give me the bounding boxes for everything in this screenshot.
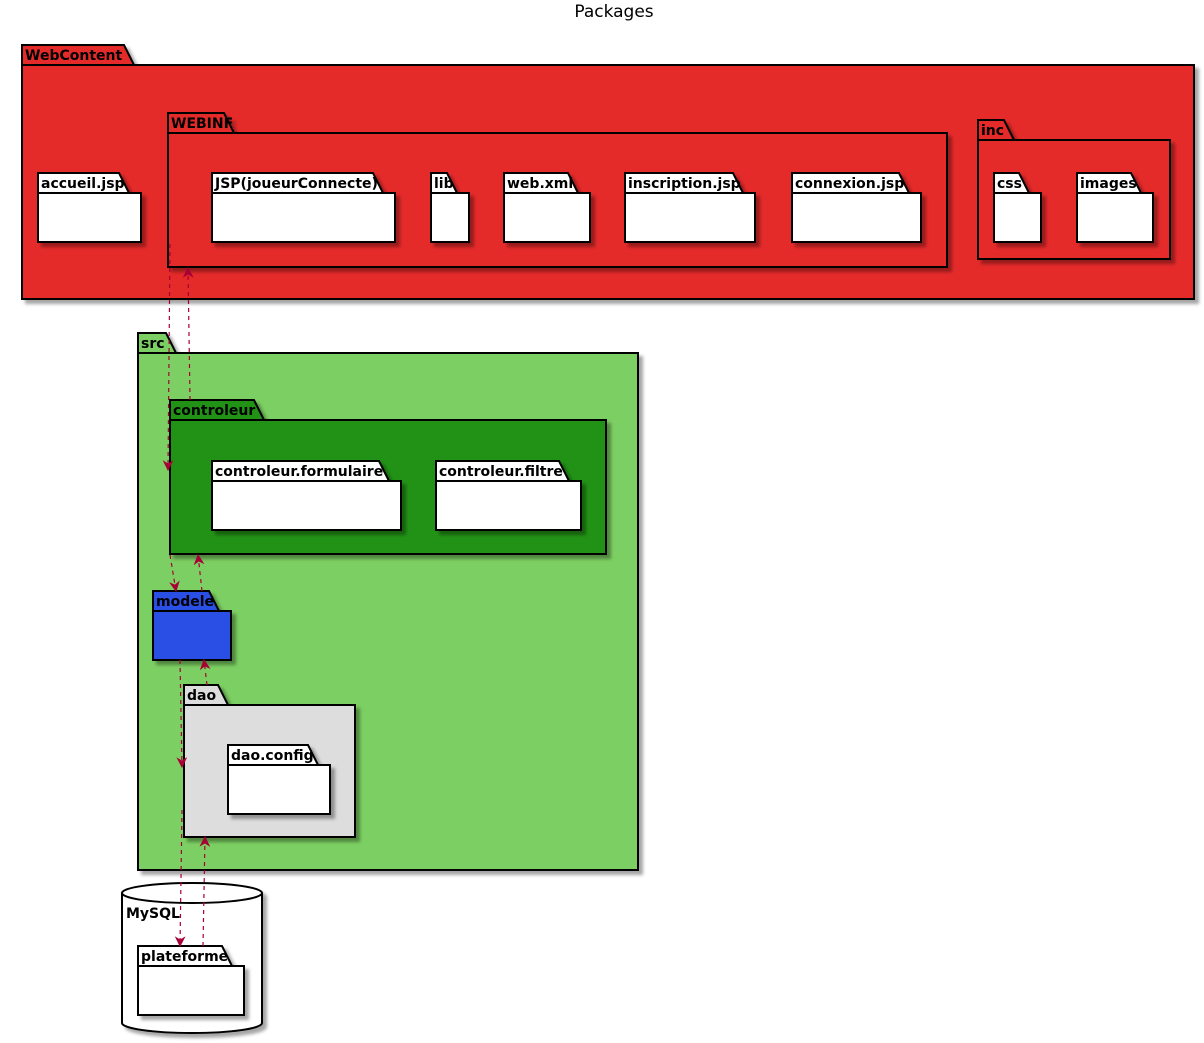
lib-label: lib (434, 176, 454, 192)
diagram-title: Packages (574, 2, 653, 22)
mysql-label: MySQL (126, 906, 180, 922)
dao-label: dao (187, 688, 216, 704)
modele-label: modele (156, 594, 214, 610)
packages-layer: WebContent accueil.jsp WEBINF JSP(joueurCon… (21, 44, 1195, 1034)
package-diagram: Packages WebContent accueil.jsp WEBINF JSP(… (21, 2, 1195, 1034)
webinf-label: WEBINF (171, 116, 233, 132)
webcontent-label: WebContent (25, 48, 122, 64)
inc-label: inc (981, 123, 1004, 139)
formulaire-label: controleur.formulaire (215, 464, 383, 480)
controleur-label: controleur (173, 403, 255, 419)
src-label: src (141, 336, 165, 352)
package-connexion[interactable]: connexion.jsp (791, 172, 922, 243)
images-label: images (1080, 176, 1137, 192)
connexion-label: connexion.jsp (795, 176, 904, 192)
package-filtre[interactable]: controleur.filtre (435, 460, 582, 531)
jsp-label: JSP(joueurConnecte) (214, 176, 378, 192)
plateforme-label: plateforme (141, 949, 228, 965)
package-inscription[interactable]: inscription.jsp (624, 172, 756, 243)
package-plateforme[interactable]: plateforme (137, 945, 245, 1016)
daoconfig-label: dao.config (231, 748, 314, 764)
package-jsp[interactable]: JSP(joueurConnecte) (211, 172, 396, 243)
filtre-label: controleur.filtre (439, 464, 563, 480)
webxml-label: web.xml (507, 176, 573, 192)
inscription-label: inscription.jsp (628, 176, 741, 192)
accueil-label: accueil.jsp (41, 176, 125, 192)
css-label: css (997, 176, 1022, 192)
package-formulaire[interactable]: controleur.formulaire (211, 460, 402, 531)
